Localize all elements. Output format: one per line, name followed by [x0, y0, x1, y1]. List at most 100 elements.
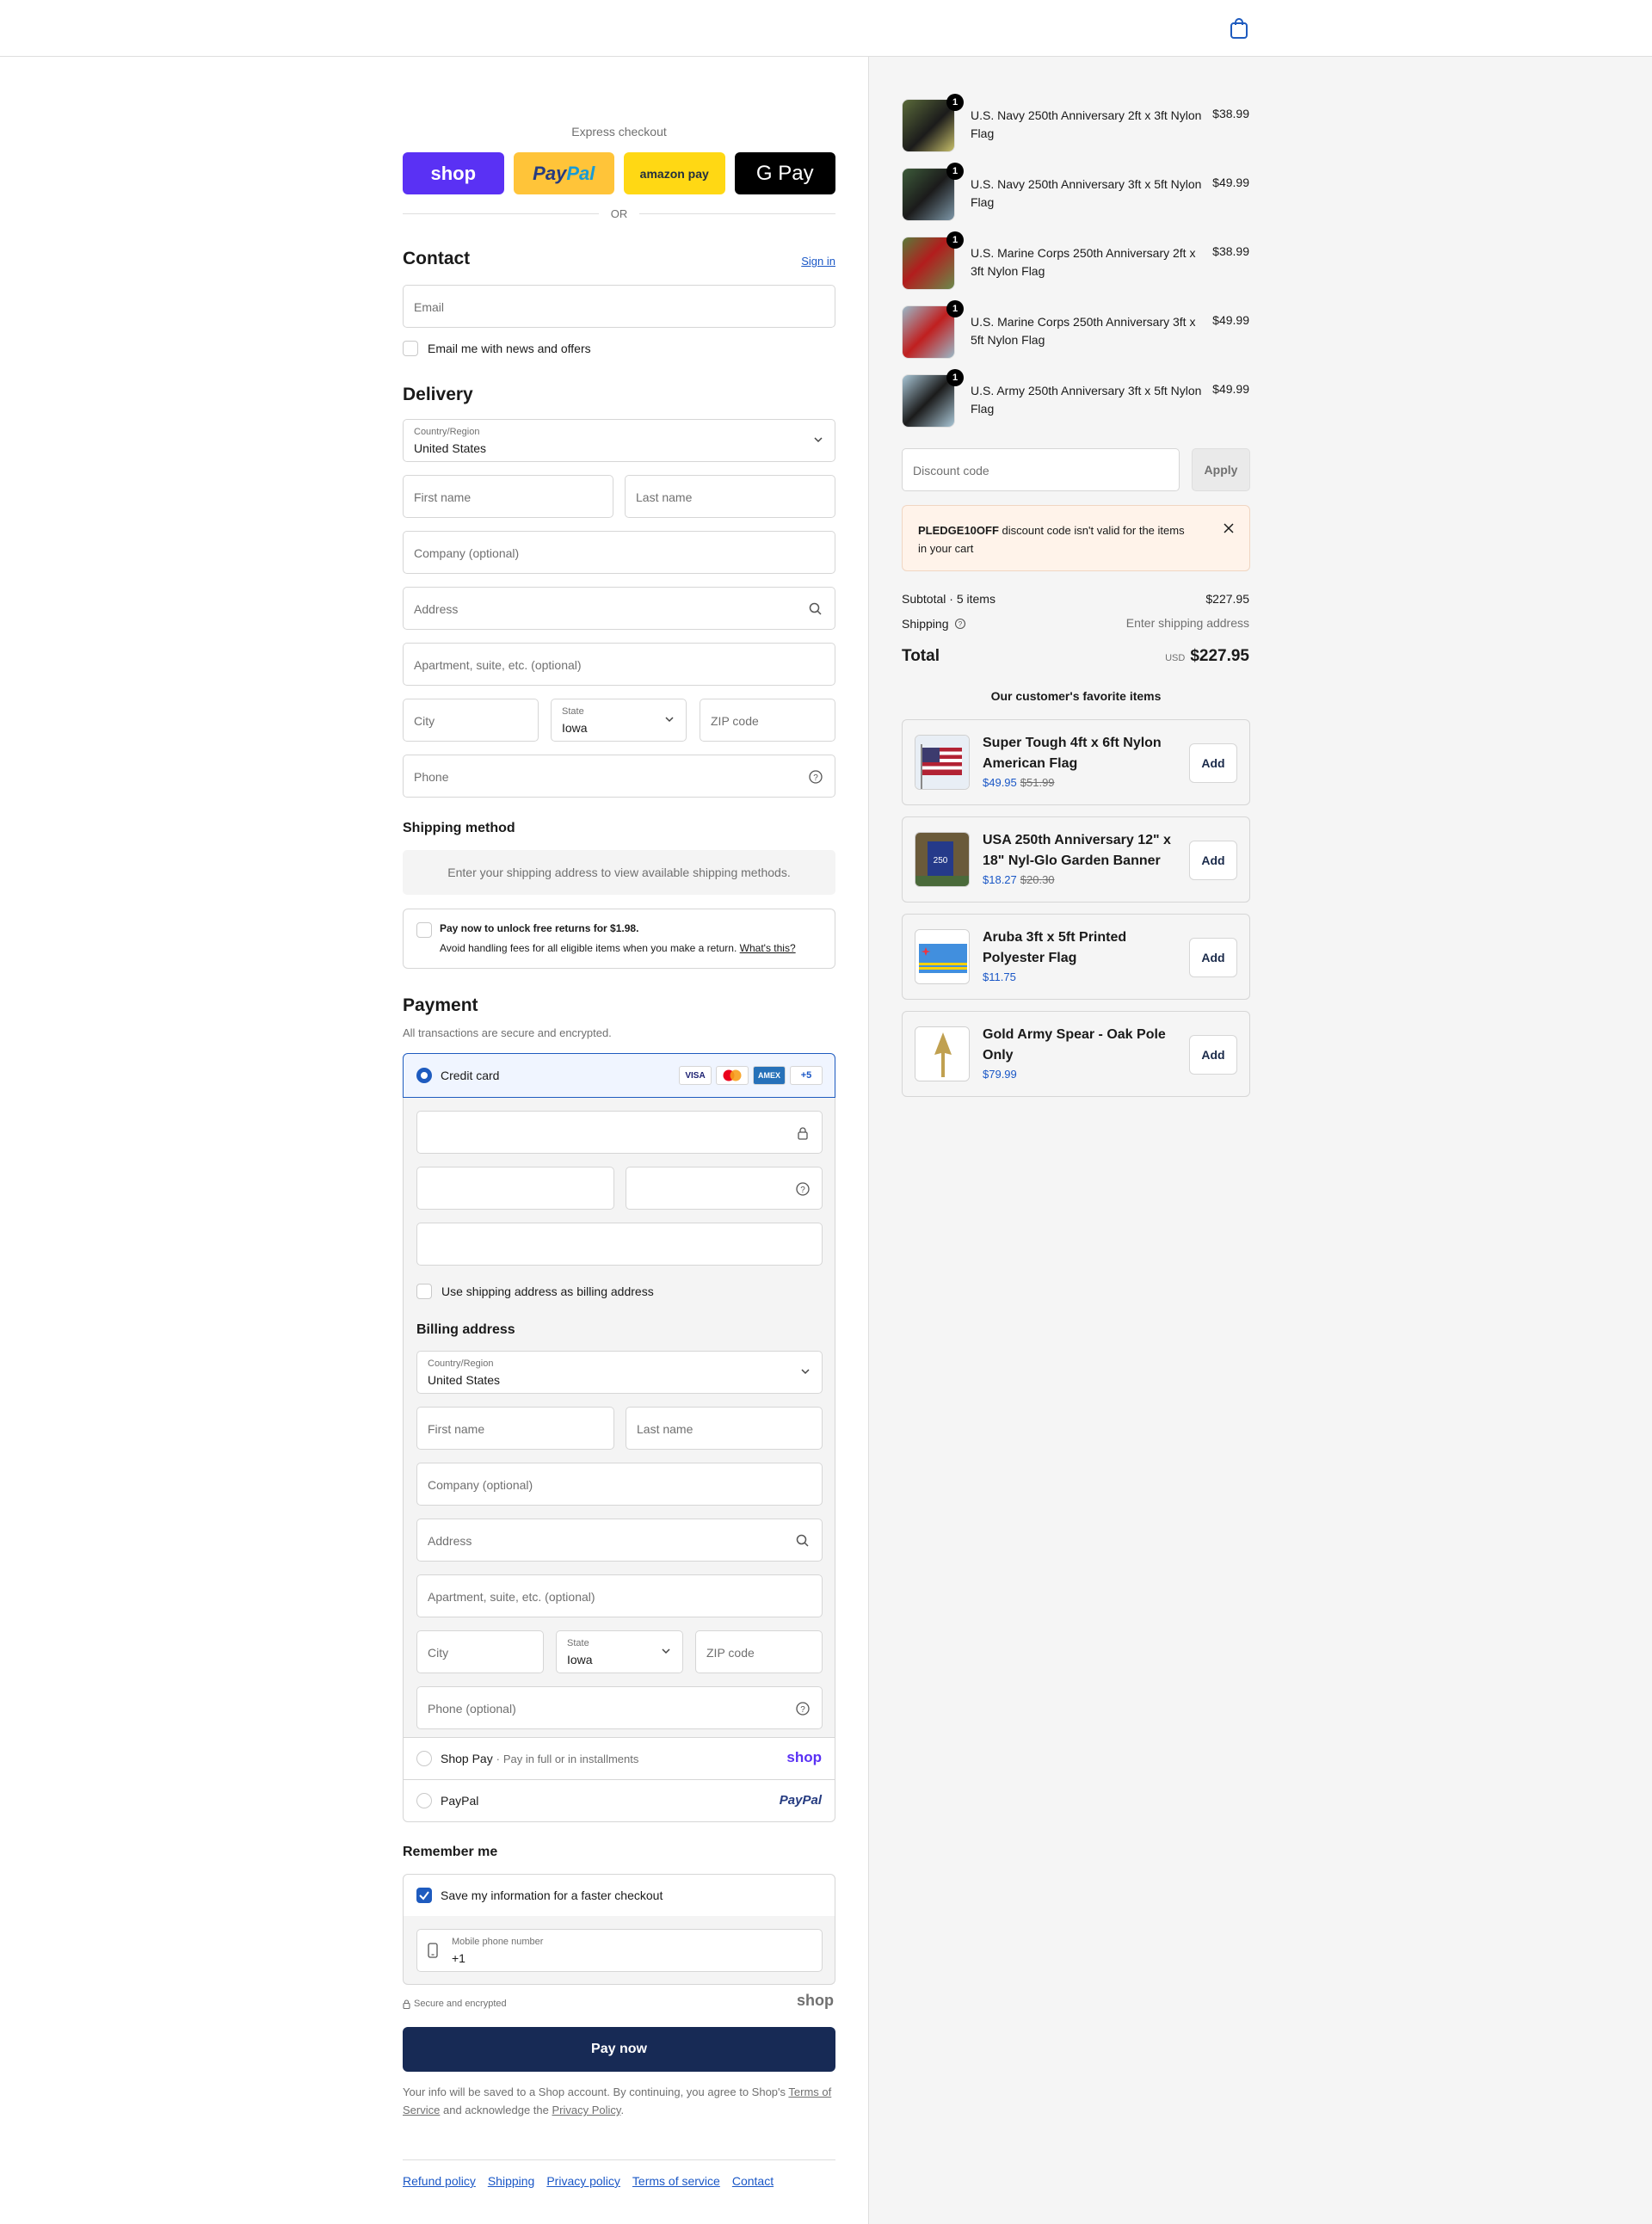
sign-in-link[interactable]: Sign in	[801, 255, 835, 268]
favorite-old-price: $51.99	[1020, 776, 1055, 789]
country-select[interactable]: Country/Region United States	[403, 419, 835, 462]
first-name-field[interactable]: First name	[403, 475, 613, 518]
billing-zip-field[interactable]: ZIP code	[695, 1630, 823, 1673]
contact-link[interactable]: Contact	[732, 2174, 774, 2188]
country-value: United States	[414, 441, 487, 455]
free-returns-checkbox[interactable]	[416, 922, 432, 938]
favorite-item: 250 USA 250th Anniversary 12" x 18" Nyl-…	[902, 816, 1250, 903]
shop-pay-option[interactable]: Shop Pay · Pay in full or in installment…	[403, 1737, 835, 1780]
shipping-value: Enter shipping address	[1125, 616, 1249, 630]
shop-pay-logo: shop	[786, 1749, 822, 1765]
credit-card-option[interactable]: Credit card VISA AMEX +5	[403, 1053, 835, 1098]
whats-this-link[interactable]: What's this?	[740, 942, 796, 954]
payment-heading: Payment	[403, 995, 478, 1015]
paypal-option[interactable]: PayPal PayPal	[403, 1779, 835, 1822]
address-placeholder: Address	[414, 602, 459, 616]
zip-field[interactable]: ZIP code	[700, 699, 835, 742]
newsletter-checkbox[interactable]	[403, 341, 418, 356]
product-thumbnail	[915, 929, 970, 984]
billing-state-label: State	[567, 1638, 589, 1648]
shipping-method-heading: Shipping method	[403, 821, 515, 835]
amazon-pay-button[interactable]: amazon pay	[624, 152, 725, 194]
credit-card-label: Credit card	[441, 1069, 500, 1082]
billing-apartment-field[interactable]: Apartment, suite, etc. (optional)	[416, 1574, 823, 1617]
svg-text:?: ?	[959, 620, 963, 628]
more-cards-badge: +5	[790, 1066, 823, 1085]
billing-country-select[interactable]: Country/Region United States	[416, 1351, 823, 1394]
apply-discount-button[interactable]: Apply	[1192, 448, 1250, 491]
privacy-policy-footer-link[interactable]: Privacy policy	[546, 2174, 620, 2188]
city-field[interactable]: City	[403, 699, 539, 742]
apartment-field[interactable]: Apartment, suite, etc. (optional)	[403, 643, 835, 686]
mobile-phone-field[interactable]: Mobile phone number +1	[416, 1929, 823, 1972]
shop-pay-radio[interactable]	[416, 1751, 432, 1766]
subtotal-row: Subtotal · 5 items $227.95	[902, 592, 1249, 606]
legal-text: Your info will be saved to a Shop accoun…	[403, 2083, 835, 2119]
shopping-bag-icon[interactable]	[1229, 17, 1249, 40]
card-name-field[interactable]	[416, 1223, 823, 1266]
address-field[interactable]: Address	[403, 587, 835, 630]
check-icon	[419, 1891, 429, 1901]
shop-pay-button[interactable]: shop	[403, 152, 504, 194]
terms-of-service-footer-link[interactable]: Terms of service	[632, 2174, 720, 2188]
company-field[interactable]: Company (optional)	[403, 531, 835, 574]
billing-company-field[interactable]: Company (optional)	[416, 1463, 823, 1506]
shipping-link[interactable]: Shipping	[488, 2174, 535, 2188]
billing-zip-placeholder: ZIP code	[706, 1646, 755, 1660]
billing-country-label: Country/Region	[428, 1358, 494, 1369]
billing-phone-placeholder: Phone (optional)	[428, 1702, 516, 1716]
favorite-price: $49.95	[983, 776, 1017, 789]
newsletter-label: Email me with news and offers	[428, 342, 591, 355]
discount-code-field[interactable]: Discount code	[902, 448, 1180, 491]
billing-last-name-field[interactable]: Last name	[626, 1407, 823, 1450]
credit-card-radio[interactable]	[416, 1068, 432, 1083]
card-number-field[interactable]	[416, 1111, 823, 1154]
subtotal-label: Subtotal · 5 items	[902, 592, 996, 606]
billing-address-field[interactable]: Address	[416, 1519, 823, 1562]
email-field[interactable]: Email	[403, 285, 835, 328]
delivery-heading: Delivery	[403, 385, 473, 404]
free-returns-title: Pay now to unlock free returns for $1.98…	[440, 922, 639, 934]
billing-apartment-placeholder: Apartment, suite, etc. (optional)	[428, 1590, 595, 1604]
visa-icon: VISA	[679, 1066, 712, 1085]
help-icon[interactable]: ?	[795, 1181, 811, 1197]
card-cvv-field[interactable]: ?	[626, 1167, 823, 1210]
billing-company-placeholder: Company (optional)	[428, 1478, 533, 1492]
paypal-radio[interactable]	[416, 1793, 432, 1808]
chevron-down-icon	[814, 437, 823, 443]
cart-item: 1 U.S. Army 250th Anniversary 3ft x 5ft …	[902, 369, 1249, 428]
refund-policy-link[interactable]: Refund policy	[403, 2174, 476, 2188]
paypal-label: PayPal	[441, 1794, 479, 1808]
last-name-field[interactable]: Last name	[625, 475, 835, 518]
favorite-item: Gold Army Spear - Oak Pole Only $79.99 A…	[902, 1011, 1250, 1097]
legal-text-c: .	[620, 2104, 625, 2116]
use-shipping-checkbox[interactable]	[416, 1284, 432, 1299]
privacy-policy-link[interactable]: Privacy Policy	[552, 2104, 620, 2116]
save-info-checkbox[interactable]	[416, 1888, 432, 1903]
close-icon[interactable]	[1224, 523, 1234, 533]
paypal-button[interactable]: Pay Pal	[513, 152, 614, 194]
help-icon[interactable]: ?	[808, 769, 823, 785]
cart-item-price: $49.99	[1212, 313, 1249, 327]
add-button[interactable]: Add	[1189, 938, 1237, 977]
phone-placeholder: Phone	[414, 770, 449, 784]
phone-field[interactable]: Phone ?	[403, 755, 835, 798]
billing-city-field[interactable]: City	[416, 1630, 544, 1673]
billing-last-name-placeholder: Last name	[637, 1422, 693, 1436]
first-name-placeholder: First name	[414, 490, 472, 504]
billing-phone-field[interactable]: Phone (optional) ?	[416, 1686, 823, 1729]
help-icon[interactable]: ?	[795, 1701, 811, 1716]
state-select[interactable]: State Iowa	[551, 699, 687, 742]
google-pay-button[interactable]: G Pay	[734, 152, 835, 194]
add-button[interactable]: Add	[1189, 743, 1237, 783]
card-expiry-field[interactable]	[416, 1167, 614, 1210]
cart-item: 1 U.S. Navy 250th Anniversary 3ft x 5ft …	[902, 163, 1249, 221]
billing-first-name-placeholder: First name	[428, 1422, 485, 1436]
billing-first-name-field[interactable]: First name	[416, 1407, 614, 1450]
help-icon[interactable]: ?	[954, 618, 966, 630]
shop-pay-text: Shop Pay · Pay in full or in installment…	[441, 1752, 639, 1765]
add-button[interactable]: Add	[1189, 1035, 1237, 1075]
pay-now-button[interactable]: Pay now	[403, 2027, 835, 2072]
add-button[interactable]: Add	[1189, 841, 1237, 880]
billing-state-select[interactable]: State Iowa	[556, 1630, 683, 1673]
